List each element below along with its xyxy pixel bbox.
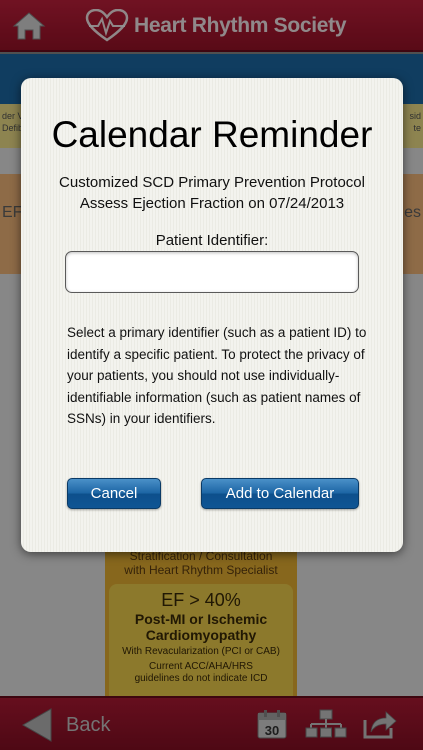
identifier-help-text: Select a primary identifier (such as a p… [67,325,367,426]
dialog-subtitle-line-2: Assess Ejection Fraction on 07/24/2013 [79,195,345,212]
add-to-calendar-button[interactable]: Add to Calendar [201,478,359,509]
patient-identifier-label: Patient Identifier: [155,232,269,249]
dialog-subtitle-line-1: Customized SCD Primary Prevention Protoc… [59,174,365,191]
dialog-title: Calendar Reminder [51,114,373,155]
cancel-button[interactable]: Cancel [67,478,161,509]
patient-identifier-input[interactable] [65,251,359,293]
calendar-reminder-dialog: Calendar Reminder Customized SCD Primary… [21,78,403,552]
dialog-subtitle: Customized SCD Primary Prevention Protoc… [21,172,403,214]
